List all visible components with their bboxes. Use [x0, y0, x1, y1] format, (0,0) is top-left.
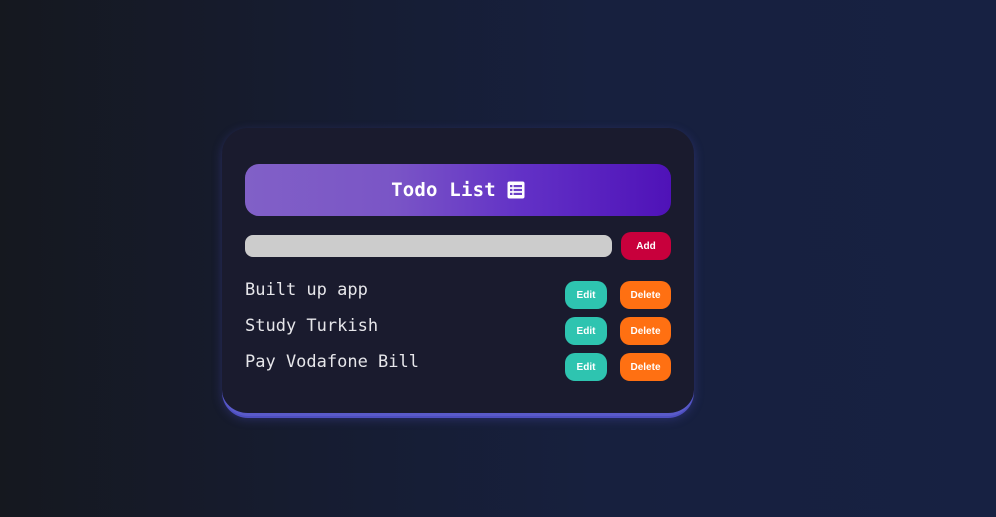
edit-button[interactable]: Edit — [565, 317, 607, 345]
edit-button[interactable]: Edit — [565, 353, 607, 381]
add-button[interactable]: Add — [621, 232, 671, 260]
new-task-row: Add — [245, 232, 671, 260]
todo-header: Todo List — [245, 164, 671, 216]
new-task-input[interactable] — [245, 235, 612, 257]
list-icon — [507, 181, 525, 199]
app-title: Todo List — [391, 179, 496, 201]
delete-button[interactable]: Delete — [620, 281, 671, 309]
todo-text: Pay Vodafone Bill — [245, 352, 419, 372]
todo-list: Built up app Edit Delete Study Turkish E… — [245, 280, 671, 388]
todo-text: Built up app — [245, 280, 368, 300]
delete-button[interactable]: Delete — [620, 317, 671, 345]
todo-item: Pay Vodafone Bill Edit Delete — [245, 352, 671, 388]
todo-text: Study Turkish — [245, 316, 379, 336]
delete-button[interactable]: Delete — [620, 353, 671, 381]
todo-item: Built up app Edit Delete — [245, 280, 671, 316]
todo-card: Todo List Add Built up app Edit Delete S… — [222, 128, 694, 416]
edit-button[interactable]: Edit — [565, 281, 607, 309]
todo-item: Study Turkish Edit Delete — [245, 316, 671, 352]
